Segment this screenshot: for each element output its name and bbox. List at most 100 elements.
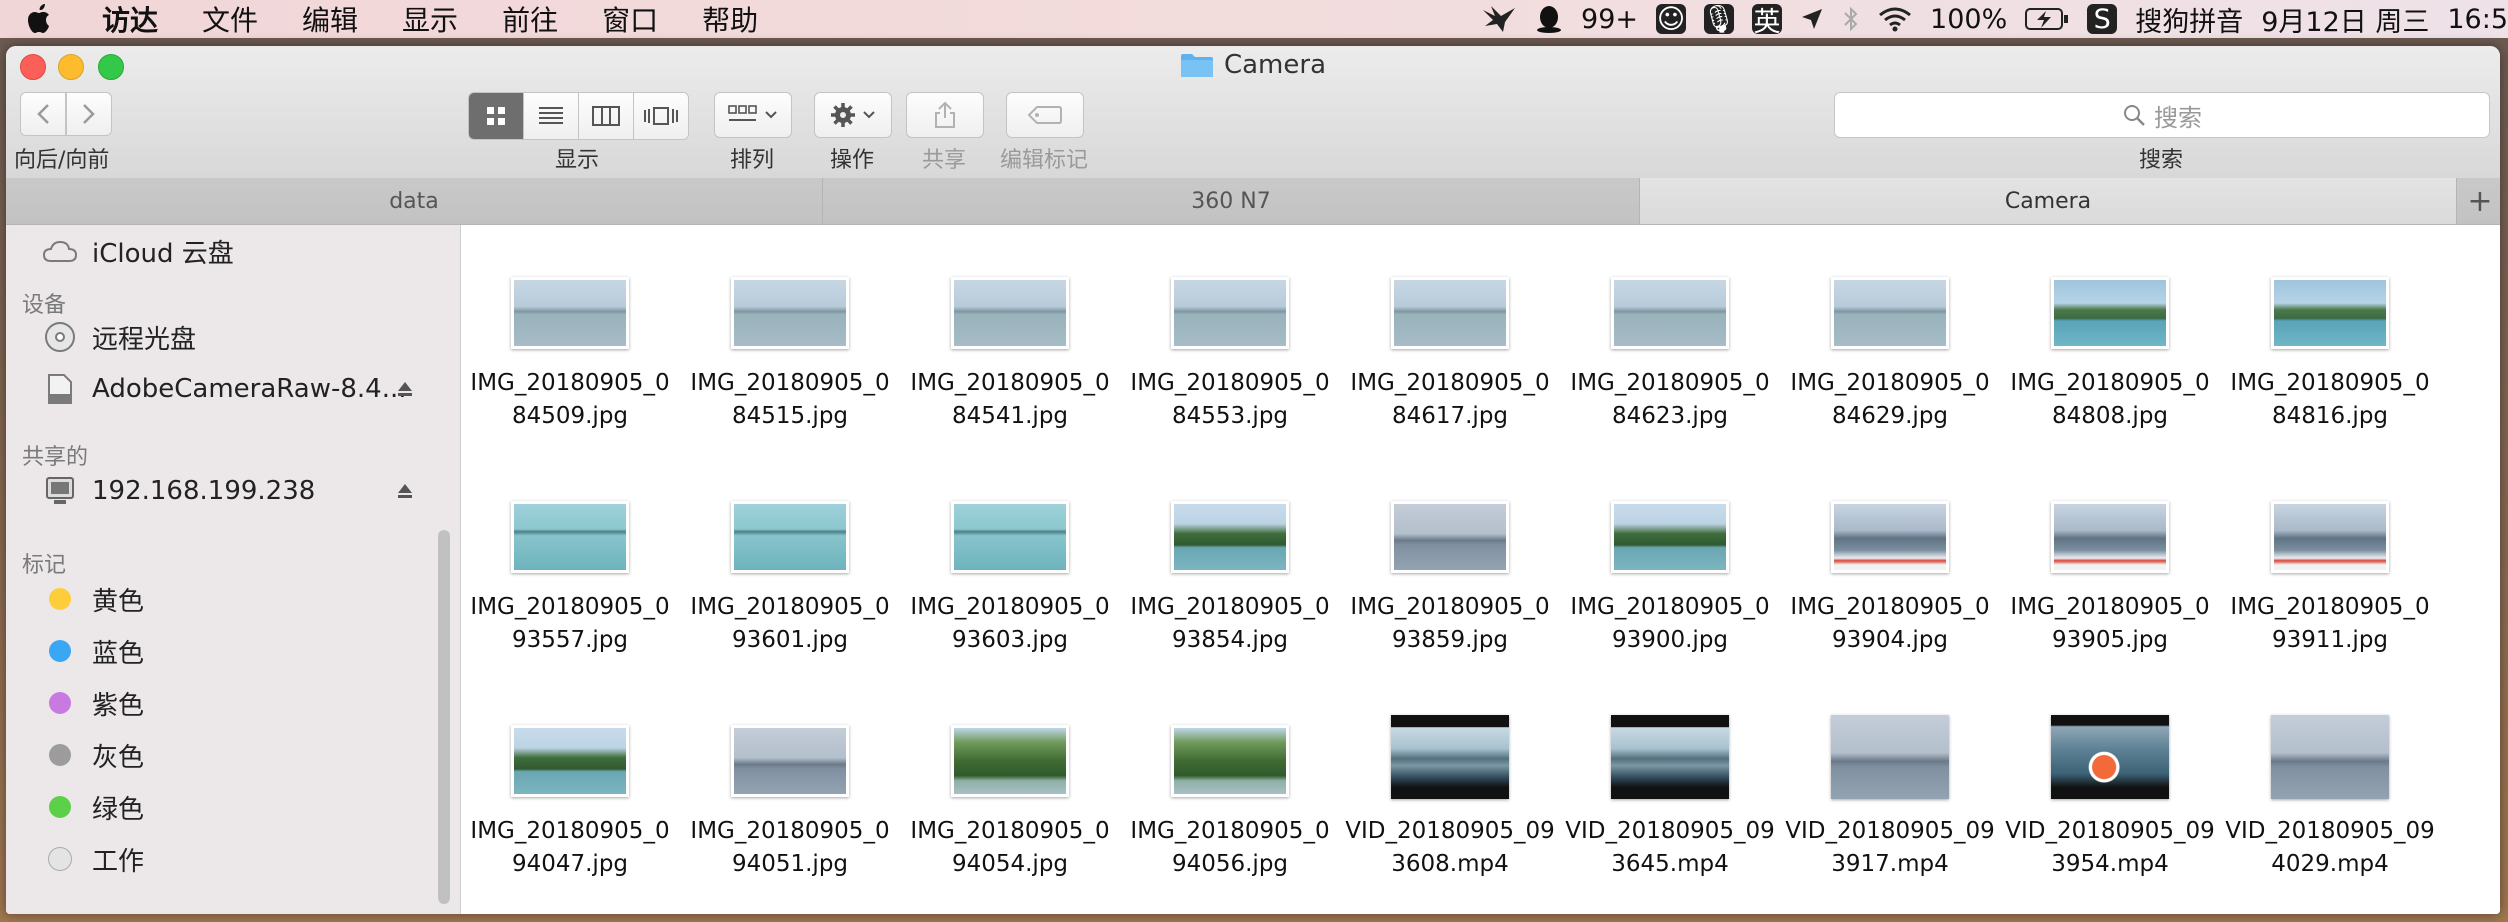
chevron-right-icon xyxy=(83,104,95,124)
file-grid: IMG_20180905_084509.jpg IMG_20180905_0845… xyxy=(461,225,2500,914)
sidebar-tag-gray[interactable]: 灰色 xyxy=(42,735,144,775)
video-file-item[interactable]: VID_20180905_093917.mp4 xyxy=(1785,683,1995,883)
sidebar-item-label: 黄色 xyxy=(92,586,145,617)
view-list-button[interactable] xyxy=(524,93,579,139)
menu-window[interactable]: 窗口 xyxy=(602,0,658,39)
image-file-item[interactable]: IMG_20180905_093905.jpg xyxy=(2005,459,2215,659)
image-file-item[interactable]: IMG_20180905_093557.jpg xyxy=(465,459,675,659)
ime-english-icon[interactable]: 英 xyxy=(1752,4,1783,38)
sidebar-tag-green[interactable]: 绿色 xyxy=(42,787,144,827)
sidebar-item-remote-disc[interactable]: 远程光盘 xyxy=(42,317,196,357)
image-file-item[interactable]: IMG_20180905_093603.jpg xyxy=(905,459,1115,659)
gear-icon xyxy=(831,103,855,127)
image-file-item[interactable]: IMG_20180905_094056.jpg xyxy=(1125,683,1335,883)
share-button[interactable] xyxy=(906,92,984,138)
battery-charging-icon[interactable] xyxy=(2025,7,2069,31)
clock-time[interactable]: 16:5 xyxy=(2447,4,2508,35)
tab-360-n7[interactable]: 360 N7 xyxy=(823,178,1640,224)
bird-app-icon[interactable] xyxy=(1481,4,1517,34)
edit-tags-button[interactable] xyxy=(1006,92,1084,138)
search-field[interactable]: 搜索 xyxy=(1834,92,2490,138)
nav-label: 向后/向前 xyxy=(14,148,110,173)
video-file-item[interactable]: VID_20180905_094029.mp4 xyxy=(2225,683,2435,883)
menu-bar: 访达 文件 编辑 显示 前往 窗口 帮助 99+ ☺ 🎙 英 100% S 搜狗… xyxy=(0,0,2508,38)
menu-view[interactable]: 显示 xyxy=(402,0,458,39)
image-file-item[interactable]: IMG_20180905_084553.jpg xyxy=(1125,235,1335,435)
view-coverflow-button[interactable] xyxy=(634,93,688,139)
apple-menu-icon[interactable] xyxy=(20,0,60,38)
eject-icon[interactable] xyxy=(396,482,414,500)
new-tab-button[interactable]: + xyxy=(2457,178,2500,224)
input-method-name[interactable]: 搜狗拼音 xyxy=(2135,0,2243,39)
image-file-item[interactable]: IMG_20180905_093601.jpg xyxy=(685,459,895,659)
menu-help[interactable]: 帮助 xyxy=(702,0,758,39)
image-file-item[interactable]: IMG_20180905_084816.jpg xyxy=(2225,235,2435,435)
action-button[interactable] xyxy=(814,92,892,138)
monitor-icon xyxy=(42,473,78,509)
image-file-item[interactable]: IMG_20180905_093859.jpg xyxy=(1345,459,1555,659)
image-file-item[interactable]: IMG_20180905_084623.jpg xyxy=(1565,235,1775,435)
sidebar-tag-blue[interactable]: 蓝色 xyxy=(42,631,144,671)
clock-date[interactable]: 9月12日 周三 xyxy=(2261,0,2429,39)
image-file-item[interactable]: IMG_20180905_093911.jpg xyxy=(2225,459,2435,659)
menu-finder[interactable]: 访达 xyxy=(102,0,158,39)
image-file-item[interactable]: IMG_20180905_094047.jpg xyxy=(465,683,675,883)
qq-count: 99+ xyxy=(1581,3,1639,35)
menu-file[interactable]: 文件 xyxy=(202,0,258,39)
qq-icon[interactable] xyxy=(1535,4,1563,34)
chevron-left-icon xyxy=(37,104,49,124)
sidebar-tag-yellow[interactable]: 黄色 xyxy=(42,579,144,619)
file-name: IMG_20180905_084617.jpg xyxy=(1350,370,1550,429)
image-thumbnail xyxy=(731,501,849,573)
view-column-button[interactable] xyxy=(579,93,634,139)
tag-dot-icon xyxy=(42,789,78,825)
view-label: 显示 xyxy=(554,148,599,173)
wifi-icon[interactable] xyxy=(1878,6,1912,32)
file-name: VID_20180905_093954.mp4 xyxy=(2005,818,2215,877)
menu-edit[interactable]: 编辑 xyxy=(302,0,358,39)
location-arrow-icon[interactable] xyxy=(1800,7,1824,31)
image-file-item[interactable]: IMG_20180905_084541.jpg xyxy=(905,235,1115,435)
image-file-item[interactable]: IMG_20180905_084629.jpg xyxy=(1785,235,1995,435)
arrange-button[interactable] xyxy=(714,92,792,138)
microphone-icon[interactable]: 🎙 xyxy=(1702,4,1736,35)
forward-button[interactable] xyxy=(66,92,112,136)
folder-icon xyxy=(1180,54,1213,77)
image-file-item[interactable]: IMG_20180905_084509.jpg xyxy=(465,235,675,435)
sidebar-item-adobe-camera-raw[interactable]: AdobeCameraRaw-8.4... xyxy=(42,369,407,409)
tab-camera[interactable]: Camera xyxy=(1640,178,2457,224)
image-file-item[interactable]: IMG_20180905_093900.jpg xyxy=(1565,459,1775,659)
sidebar-tag-work[interactable]: 工作 xyxy=(42,839,144,879)
back-button[interactable] xyxy=(20,92,66,136)
image-file-item[interactable]: IMG_20180905_094054.jpg xyxy=(905,683,1115,883)
tab-data[interactable]: data xyxy=(6,178,823,224)
view-icon-button[interactable] xyxy=(469,93,524,139)
file-name: IMG_20180905_093557.jpg xyxy=(470,594,670,653)
emoji-app-icon[interactable]: ☺ xyxy=(1656,4,1687,35)
bluetooth-icon[interactable] xyxy=(1842,5,1860,33)
image-file-item[interactable]: IMG_20180905_093904.jpg xyxy=(1785,459,1995,659)
sidebar-tag-purple[interactable]: 紫色 xyxy=(42,683,144,723)
image-file-item[interactable]: IMG_20180905_084515.jpg xyxy=(685,235,895,435)
video-thumbnail xyxy=(1831,715,1949,799)
image-file-item[interactable]: IMG_20180905_093854.jpg xyxy=(1125,459,1335,659)
sidebar-item-network-host[interactable]: 192.168.199.238 xyxy=(42,471,315,511)
image-thumbnail xyxy=(2271,501,2389,573)
menu-go[interactable]: 前往 xyxy=(502,0,558,39)
sidebar-item-icloud[interactable]: iCloud 云盘 xyxy=(42,231,234,271)
video-file-item[interactable]: VID_20180905_093954.mp4 xyxy=(2005,683,2215,883)
image-file-item[interactable]: IMG_20180905_084808.jpg xyxy=(2005,235,2215,435)
video-file-item[interactable]: VID_20180905_093645.mp4 xyxy=(1565,683,1775,883)
sidebar-item-label: AdobeCameraRaw-8.4... xyxy=(92,374,407,404)
image-file-item[interactable]: IMG_20180905_094051.jpg xyxy=(685,683,895,883)
sogou-input-icon[interactable]: S xyxy=(2087,4,2118,35)
eject-icon[interactable] xyxy=(396,380,414,398)
share-icon xyxy=(935,101,955,128)
sidebar-scrollbar[interactable] xyxy=(438,530,450,904)
file-name: IMG_20180905_093859.jpg xyxy=(1350,594,1550,653)
video-file-item[interactable]: VID_20180905_093608.mp4 xyxy=(1345,683,1555,883)
file-name: VID_20180905_093608.mp4 xyxy=(1345,818,1555,877)
file-name: IMG_20180905_084509.jpg xyxy=(470,370,670,429)
window-title-text: Camera xyxy=(1223,50,1327,80)
image-file-item[interactable]: IMG_20180905_084617.jpg xyxy=(1345,235,1555,435)
